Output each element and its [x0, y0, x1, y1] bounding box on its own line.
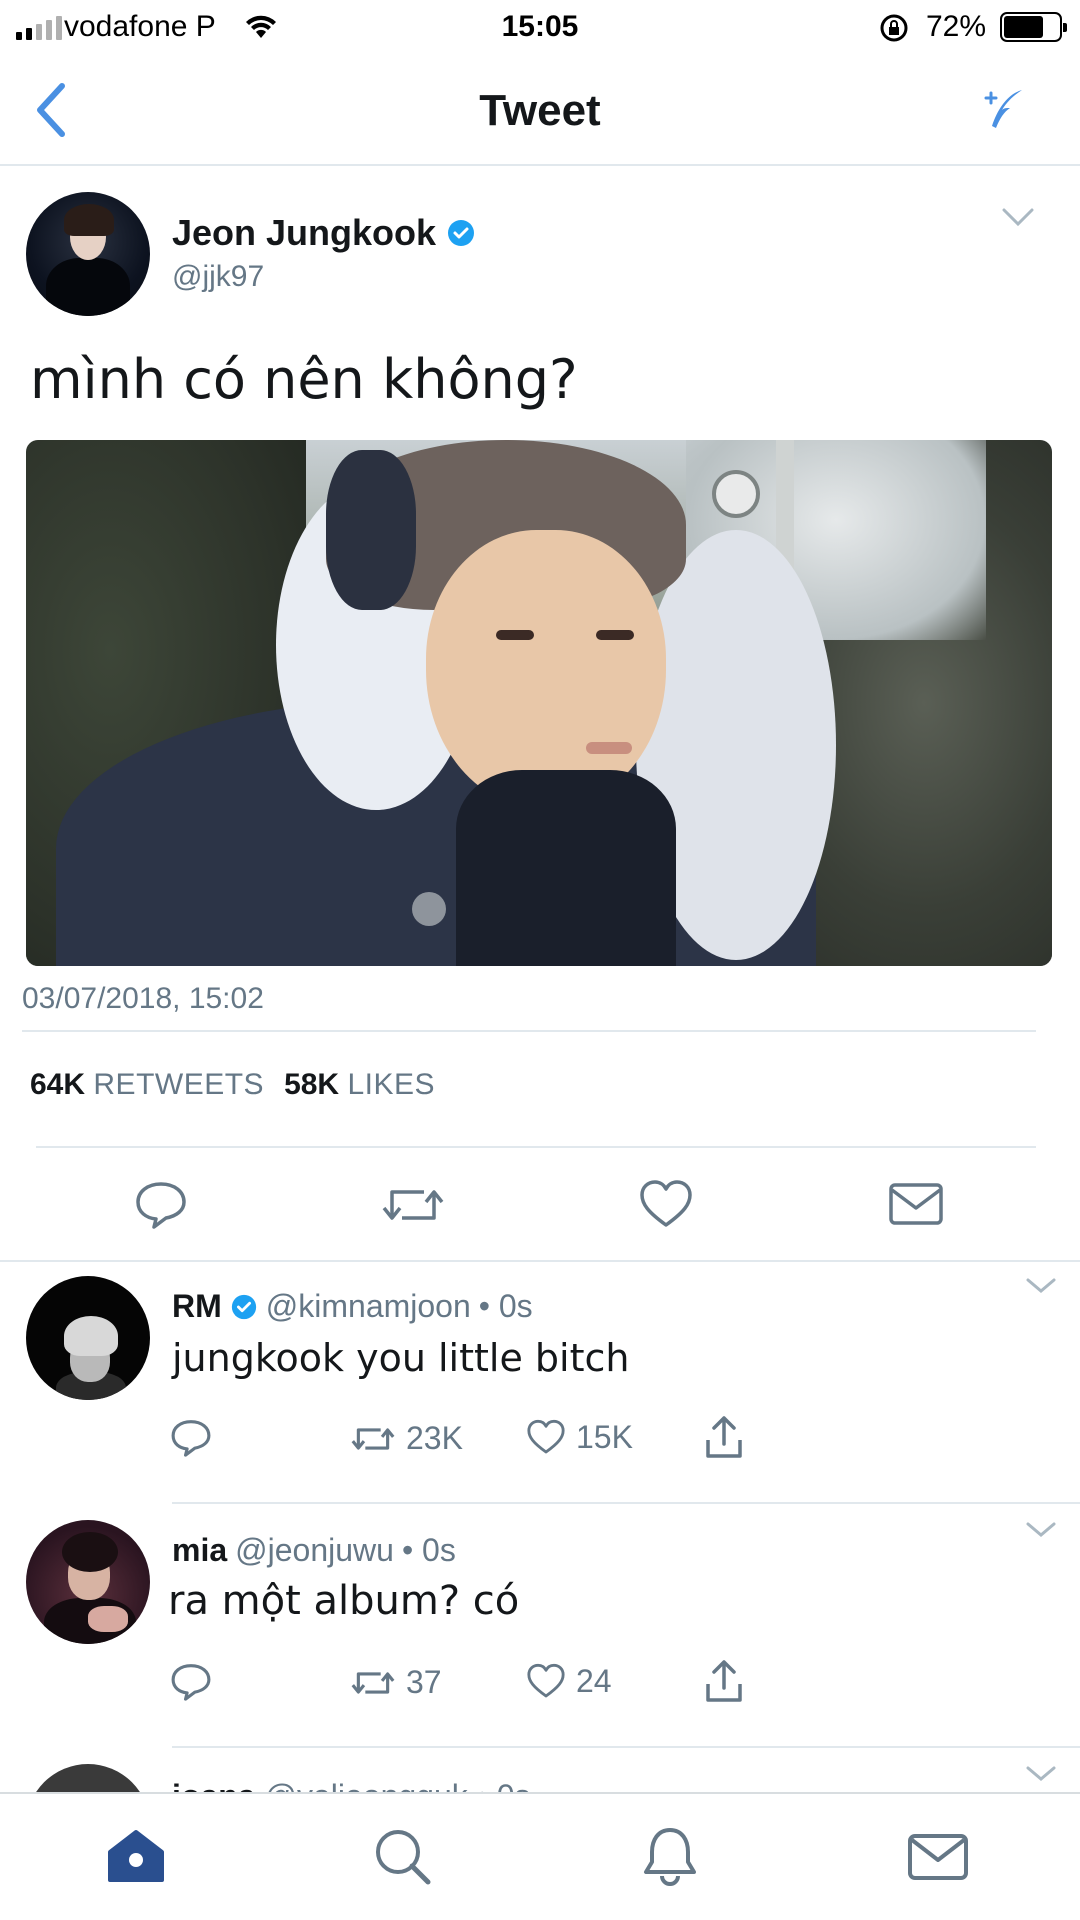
retweet-icon: [351, 1671, 395, 1694]
messages-icon[interactable]: [906, 1824, 970, 1888]
reply-icon[interactable]: [134, 1180, 188, 1230]
verified-badge-icon: [448, 220, 475, 246]
like-icon: [527, 1663, 565, 1698]
notifications-icon[interactable]: [638, 1824, 702, 1888]
tweet-stats: 64K RETWEETS 58K LIKES: [30, 1068, 435, 1102]
page-title: Tweet: [479, 86, 601, 135]
reply-icon[interactable]: [170, 1418, 212, 1458]
battery-icon: [1000, 12, 1067, 42]
reply-author-name: mia: [172, 1532, 228, 1568]
reply-author-name: RM: [172, 1288, 222, 1324]
status-bar: vodafone P 15:05 72%: [0, 0, 1080, 54]
divider: [172, 1746, 1080, 1748]
chevron-down-icon[interactable]: [1000, 206, 1036, 228]
reply-text: jungkook you little bitch: [172, 1336, 630, 1380]
tab-bar: [0, 1792, 1080, 1920]
reply-time: • 0s: [478, 1288, 533, 1324]
share-dm-icon[interactable]: [888, 1182, 944, 1226]
reply-avatar[interactable]: [26, 1520, 150, 1644]
battery-percent: 72%: [926, 10, 987, 43]
retweet-count: 23K: [406, 1420, 463, 1456]
share-icon[interactable]: [704, 1658, 744, 1704]
likes-stat[interactable]: 58K LIKES: [284, 1068, 435, 1102]
divider: [22, 1030, 1036, 1032]
retweet-icon: [351, 1427, 395, 1450]
tweet-text: mình có nên không?: [30, 348, 578, 411]
author-avatar[interactable]: [26, 192, 150, 316]
reply-text: ra một album? có: [168, 1578, 520, 1624]
nav-bar: Tweet: [0, 54, 1080, 166]
divider: [36, 1146, 1036, 1148]
like-count: 24: [576, 1662, 612, 1699]
share-icon[interactable]: [704, 1414, 744, 1460]
divider: [172, 1502, 1080, 1504]
rotation-lock-icon: [880, 14, 908, 42]
retweet-action[interactable]: 37: [350, 1664, 442, 1701]
author-name-text: Jeon Jungkook: [172, 212, 437, 253]
author-handle[interactable]: @jjk97: [172, 260, 264, 294]
reply-avatar[interactable]: [26, 1276, 150, 1400]
reply-header[interactable]: mia @jeonjuwu • 0s: [172, 1532, 456, 1569]
reply-icon[interactable]: [170, 1662, 212, 1702]
like-action[interactable]: 15K: [526, 1418, 633, 1456]
like-count: 15K: [576, 1418, 633, 1455]
reply-handle: @jeonjuwu: [235, 1532, 394, 1568]
author-name[interactable]: Jeon Jungkook: [172, 212, 476, 254]
tweet-timestamp: 03/07/2018, 15:02: [22, 982, 264, 1015]
battery-fill: [1004, 16, 1043, 38]
reply-handle: @kimnamjoon: [265, 1288, 471, 1324]
like-icon[interactable]: [638, 1178, 694, 1230]
retweet-count: 37: [406, 1664, 442, 1700]
retweet-action[interactable]: 23K: [350, 1420, 463, 1457]
tweet-photo[interactable]: [26, 440, 1052, 966]
divider: [0, 1260, 1080, 1262]
chevron-down-icon[interactable]: [1024, 1764, 1058, 1784]
reply-time: • 0s: [401, 1532, 456, 1568]
retweet-icon[interactable]: [380, 1182, 446, 1228]
home-icon[interactable]: [104, 1824, 168, 1888]
retweets-stat[interactable]: 64K RETWEETS: [30, 1068, 264, 1102]
reply-header[interactable]: RM @kimnamjoon • 0s: [172, 1288, 533, 1325]
chevron-down-icon[interactable]: [1024, 1520, 1058, 1540]
verified-badge-icon: [231, 1294, 256, 1319]
like-action[interactable]: 24: [526, 1662, 612, 1700]
compose-icon[interactable]: [978, 84, 1030, 136]
clock: 15:05: [501, 10, 579, 43]
search-icon[interactable]: [370, 1824, 434, 1888]
chevron-down-icon[interactable]: [1024, 1276, 1058, 1296]
like-icon: [527, 1419, 565, 1454]
